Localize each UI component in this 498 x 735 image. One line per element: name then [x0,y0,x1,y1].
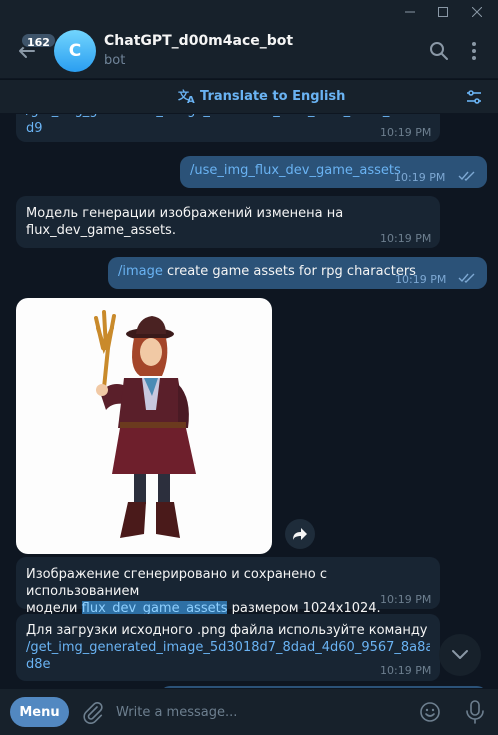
translate-label: Translate to English [200,88,346,104]
bot-menu-button[interactable]: Menu [10,697,69,727]
scroll-down-button[interactable] [439,634,481,676]
message-outgoing-partial [160,686,487,688]
minimize-icon[interactable] [395,0,425,24]
message-incoming[interactable]: Для загрузки исходного .png файла исполь… [16,614,440,681]
forward-icon [293,528,307,540]
search-icon[interactable] [427,39,451,63]
microphone-icon[interactable] [463,699,487,725]
message-incoming[interactable]: /get_img_generated_image_cca0903e_2f4c_4… [16,114,440,142]
message-time: 10:19 PM [394,171,446,184]
avatar[interactable]: C [54,30,96,72]
window-titlebar [0,0,498,24]
forward-button[interactable] [285,519,315,549]
emoji-icon[interactable] [418,700,442,724]
command-link[interactable]: /image [118,264,163,279]
chevron-down-icon [452,650,468,659]
chat-header: 162 C ChatGPT_d00m4ace_bot bot [0,24,498,78]
rpg-character-illustration [94,310,196,538]
more-options-icon[interactable] [462,39,486,63]
message-text: Модель генерации изображений изменена на… [26,206,344,238]
message-list[interactable]: /get_img_generated_image_cca0903e_2f4c_4… [0,114,498,688]
message-time: 10:19 PM [380,126,432,139]
chat-subtitle: bot [104,53,126,68]
message-input[interactable] [116,697,406,727]
command-link-fragment[interactable]: /get_img_generated_image_cca0903e_2f4c_4… [26,114,426,119]
command-link[interactable]: /get_img_generated_image_5d3018d7_8dad_4… [26,639,430,656]
message-incoming[interactable]: Изображение сгенерировано и сохранено с … [16,557,440,616]
command-link-continuation[interactable]: d8e [26,656,430,673]
unread-badge: 162 [20,32,57,49]
translate-icon: 文 A [178,88,195,104]
svg-text:A: A [187,95,195,104]
message-outgoing[interactable]: /image create game assets for rpg charac… [108,257,487,289]
double-check-icon [458,273,475,283]
message-time: 10:19 PM [380,664,432,677]
message-composer: Menu [0,689,498,735]
close-icon[interactable] [462,0,492,24]
translate-settings-icon[interactable] [465,88,483,106]
message-text-line: Изображение сгенерировано и сохранено с … [26,567,328,599]
message-text: create game assets for rpg characters [162,264,416,279]
message-text[interactable]: d9 [26,120,43,137]
translate-bar: 文 A Translate to English [0,79,498,113]
message-text: Для загрузки исходного .png файла исполь… [26,623,428,638]
message-incoming[interactable]: Модель генерации изображений изменена на… [16,196,440,248]
translate-button[interactable]: 文 A Translate to English [178,88,345,104]
generated-image[interactable] [16,298,272,554]
message-time: 10:19 PM [380,232,432,245]
message-time: 10:19 PM [380,593,432,606]
message-time: 10:19 PM [395,273,447,286]
paperclip-icon[interactable] [80,700,104,724]
message-outgoing[interactable]: /use_img_flux_dev_game_assets 10:19 PM [180,156,487,188]
chat-title[interactable]: ChatGPT_d00m4ace_bot [104,33,293,49]
maximize-icon[interactable] [428,0,458,24]
double-check-icon [458,171,475,181]
command-link[interactable]: /use_img_flux_dev_game_assets [190,163,401,178]
